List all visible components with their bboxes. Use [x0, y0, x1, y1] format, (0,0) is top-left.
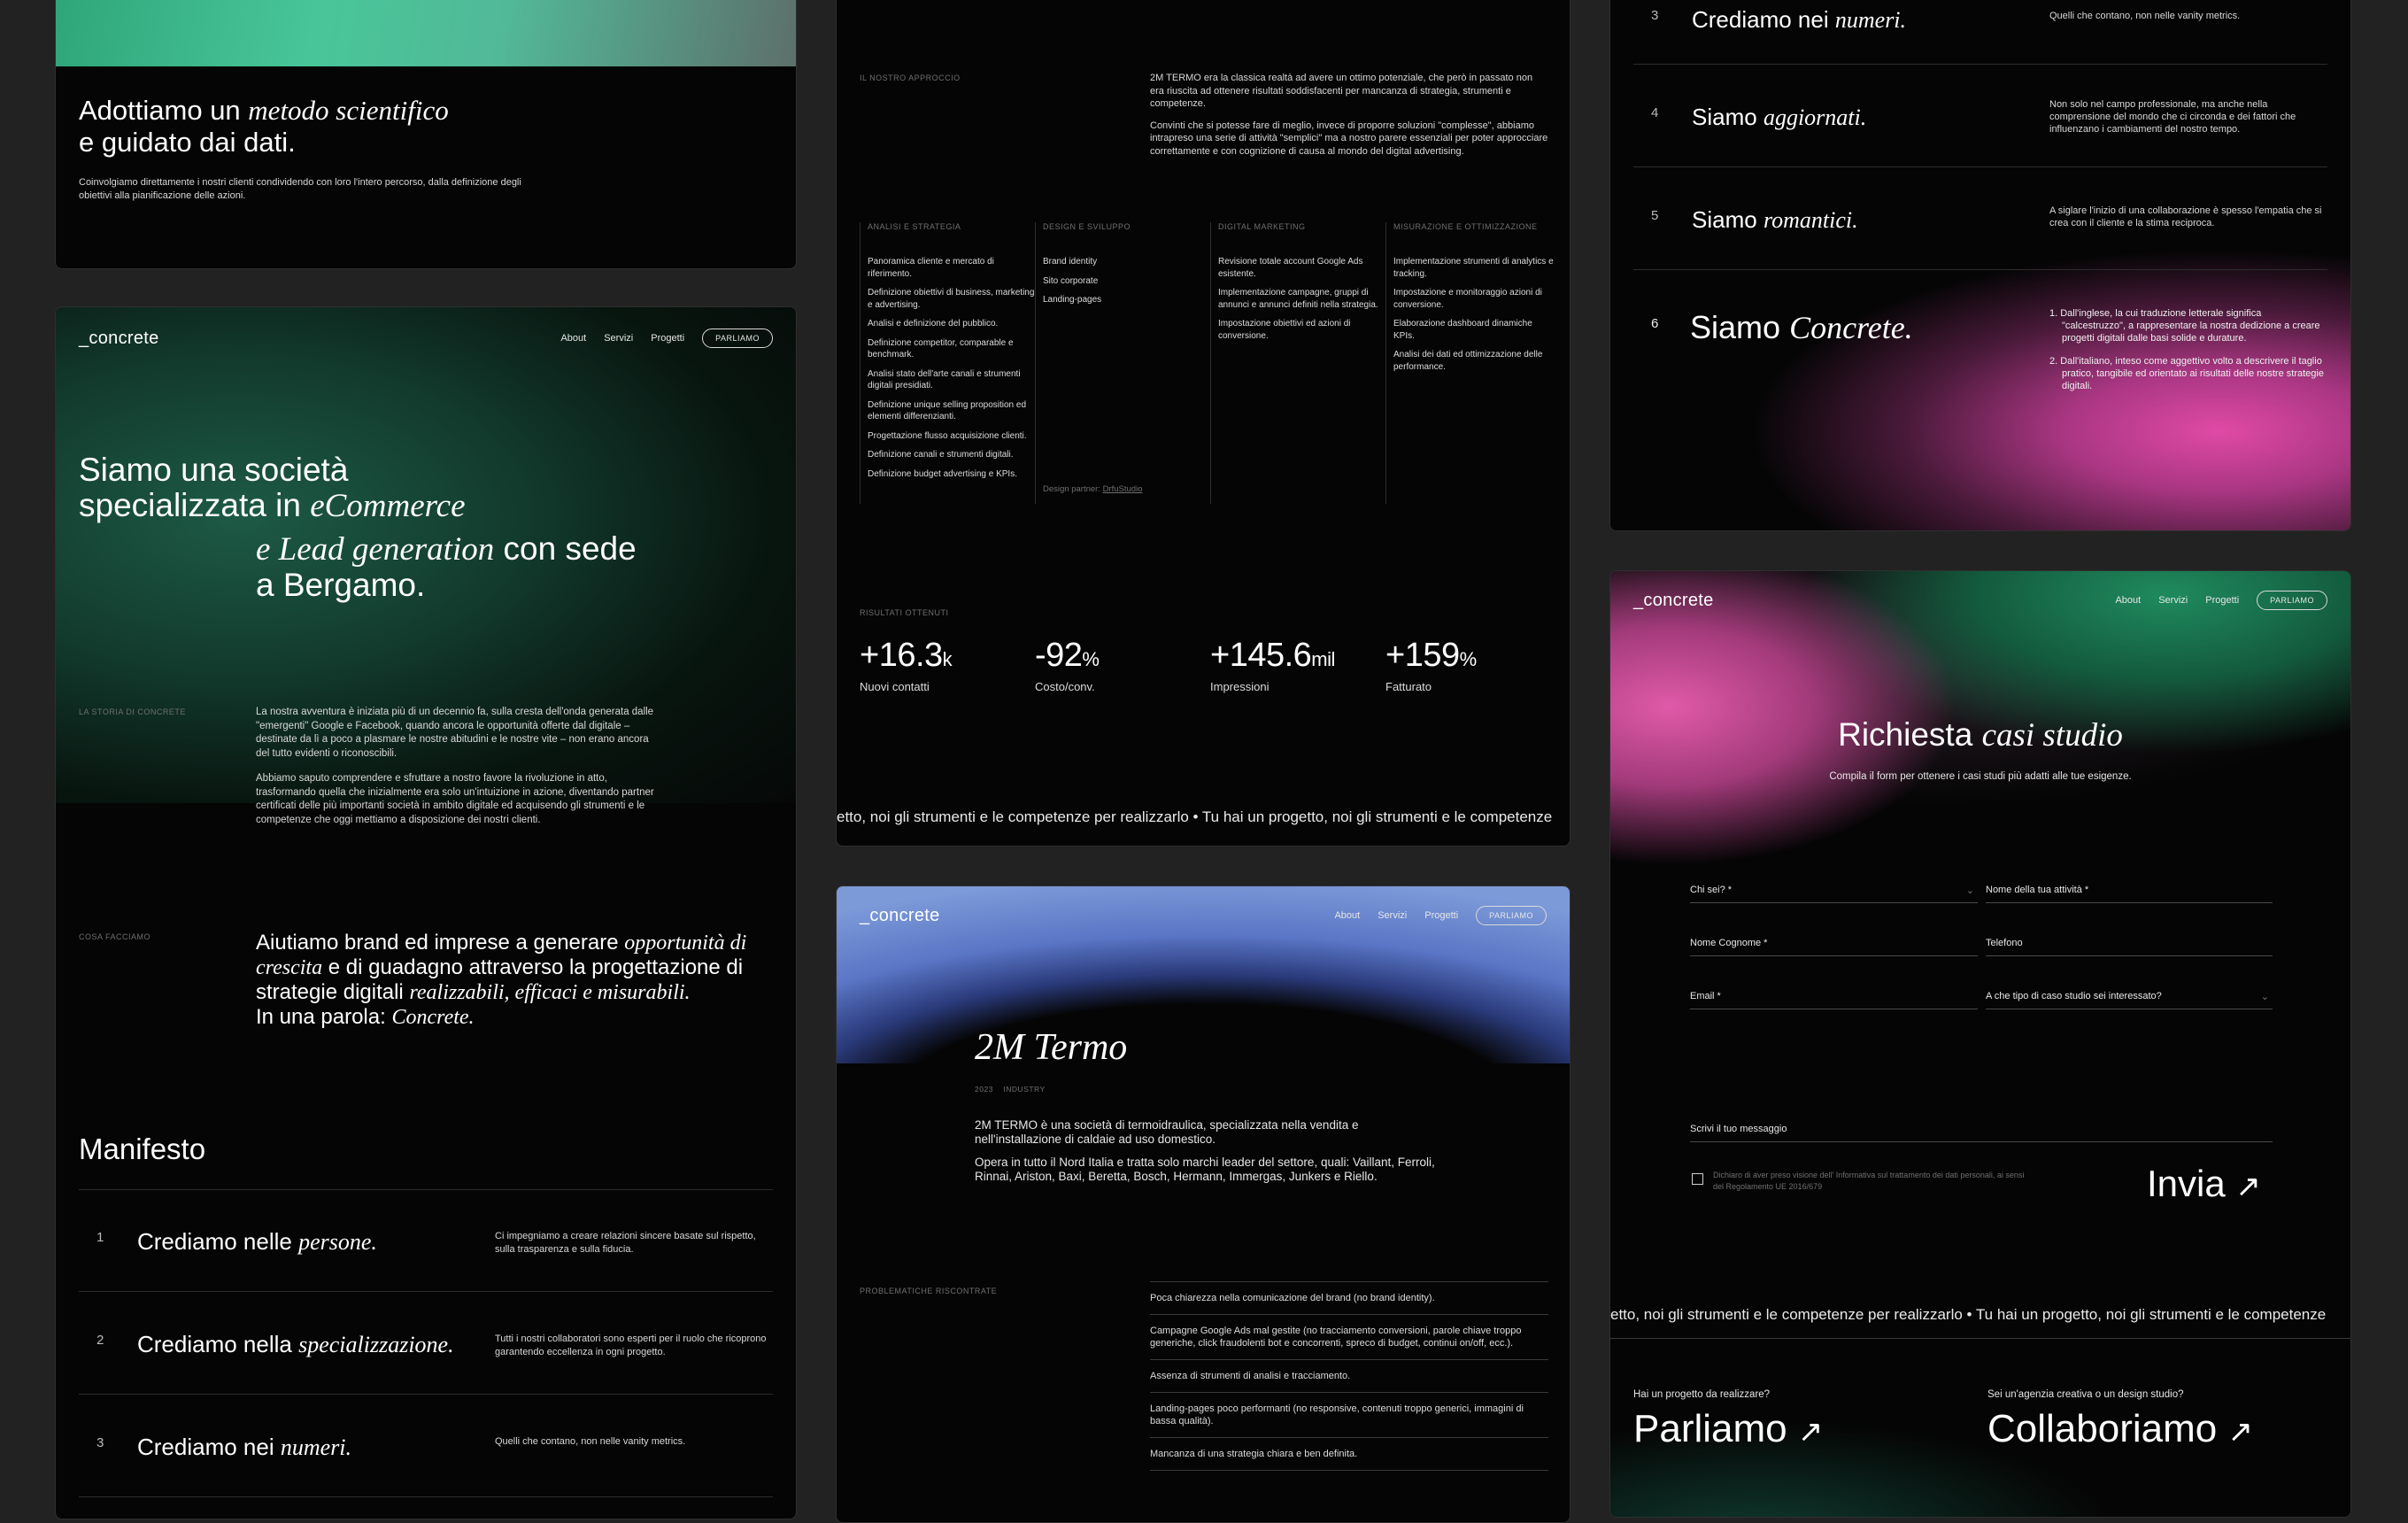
column-design: DESIGN E SVILUPPO Brand identity Sito co… [1035, 222, 1210, 504]
list-item: Campagne Google Ads mal gestite (no trac… [1150, 1315, 1548, 1360]
chevron-down-icon: ⌄ [2260, 992, 2269, 1002]
nav-progetti[interactable]: Progetti [1424, 910, 1458, 921]
stat: -92% Costo/conv. [1035, 637, 1100, 693]
card-request: _concrete About Servizi Progetti PARLIAM… [1609, 570, 2351, 1518]
stat: +159% Fatturato [1385, 637, 1477, 693]
problems-label: PROBLEMATICHE RISCONTRATE [860, 1287, 998, 1295]
collaboriamo-link[interactable]: Collaboriamo ↗ [1987, 1407, 2253, 1451]
message-field[interactable]: Scrivi il tuo messaggio [1690, 1124, 2273, 1142]
story-text: La nostra avventura è iniziata più di un… [256, 707, 654, 825]
method-body: Coinvolgiamo direttamente i nostri clien… [79, 177, 521, 201]
list-item: Landing-pages poco performanti (no respo… [1150, 1393, 1548, 1438]
approach-text: 2M TERMO era la classica realtà ad avere… [1150, 73, 1548, 157]
results-label: RISULTATI OTTENUTI [860, 608, 949, 617]
card-case-approach: IL NOSTRO APPROCCIO 2M TERMO era la clas… [836, 0, 1571, 847]
column-misurazione: MISURAZIONE E OTTIMIZZAZIONE Implementaz… [1385, 222, 1554, 504]
manifesto-item: 2 Crediamo nella specializzazione. Tutti… [79, 1292, 773, 1395]
story-label: LA STORIA DI CONCRETE [79, 707, 186, 716]
company-field[interactable]: Nome della tua attività * [1986, 885, 2273, 903]
nav-progetti[interactable]: Progetti [651, 333, 684, 344]
stat: +145.6mil Impressioni [1210, 637, 1335, 693]
privacy-text: Dichiaro di aver preso visione dell' Inf… [1713, 1171, 2025, 1191]
footer-q2: Sei un'agenzia creativa o un design stud… [1987, 1389, 2184, 1400]
arrow-up-right-icon: ↗ [2235, 1169, 2261, 1204]
logo[interactable]: _concrete [79, 329, 159, 349]
manifesto-item: 5 Siamo romantici. A siglare l'inizio di… [1633, 167, 2327, 270]
who-select[interactable]: Chi sei? * ⌄ [1690, 885, 1978, 903]
manifesto-title: Manifesto [79, 1133, 206, 1165]
nav-servizi[interactable]: Servizi [604, 333, 633, 344]
design-partner[interactable]: Design partner: DrfuStudio [1043, 484, 1142, 494]
stat: +16.3k Nuovi contatti [860, 637, 953, 693]
nav-servizi[interactable]: Servizi [2158, 595, 2188, 606]
marquee-text: etto, noi gli strumenti e le competenze … [1610, 1306, 2327, 1323]
name-field[interactable]: Nome Cognome * [1690, 938, 1978, 956]
termo-meta: 2023 INDUSTRY [975, 1085, 1046, 1094]
termo-title: 2M Termo [975, 1027, 1128, 1068]
top-nav: About Servizi Progetti PARLIAMO [560, 329, 773, 348]
nav-parliamo-button[interactable]: PARLIAMO [1476, 906, 1547, 925]
gradient-banner [56, 0, 796, 66]
phone-field[interactable]: Telefono [1986, 938, 2273, 956]
footer-q1: Hai un progetto da realizzare? [1633, 1389, 1771, 1400]
top-nav: About Servizi Progetti PARLIAMO [1334, 906, 1547, 925]
what-text: Aiutiamo brand ed imprese a generare opp… [256, 931, 747, 1029]
manifesto-item: 1 Crediamo nelle persone. Ci impegniamo … [79, 1189, 773, 1292]
request-subtitle: Compila il form per ottenere i casi stud… [1829, 771, 2132, 782]
manifesto-item: 6 Siamo Concrete. 1. Dall'inglese, la cu… [1651, 308, 2324, 391]
nav-parliamo-button[interactable]: PARLIAMO [2257, 591, 2327, 610]
manifesto-list: 1 Crediamo nelle persone. Ci impegniamo … [79, 1189, 773, 1519]
nav-about[interactable]: About [560, 333, 586, 344]
email-field[interactable]: Email * [1690, 991, 1978, 1009]
termo-text: 2M TERMO è una società di termoidraulica… [975, 1118, 1435, 1183]
card-termo: _concrete About Servizi Progetti PARLIAM… [836, 885, 1571, 1523]
nav-servizi[interactable]: Servizi [1378, 910, 1407, 921]
card-home: _concrete About Servizi Progetti PARLIAM… [55, 306, 797, 1519]
nav-progetti[interactable]: Progetti [2205, 595, 2239, 606]
problems-list: Poca chiarezza nella comunicazione del b… [1150, 1281, 1548, 1471]
arrow-up-right-icon: ↗ [1797, 1414, 1824, 1450]
top-nav: About Servizi Progetti PARLIAMO [2115, 591, 2327, 610]
marquee-text: etto, noi gli strumenti e le competenze … [837, 808, 1553, 825]
chevron-down-icon: ⌄ [1965, 885, 1974, 896]
parliamo-link[interactable]: Parliamo ↗ [1633, 1407, 1823, 1451]
list-item: Assenza di strumenti di analisi e tracci… [1150, 1360, 1548, 1393]
method-title: Adottiamo un metodo scientifico e guidat… [79, 95, 449, 158]
manifesto-item: 4 Siamo aggiornati. Non solo nel campo p… [1633, 65, 2327, 167]
card-manifesto-end: 3 Crediamo nei numeri. Quelli che contan… [1609, 0, 2351, 531]
hero-heading: Siamo una società specializzata in eComm… [79, 452, 637, 603]
logo[interactable]: _concrete [1633, 591, 1714, 611]
manifesto-item: 3 Crediamo nei numeri. Quelli che contan… [1633, 0, 2327, 65]
privacy-checkbox[interactable] [1692, 1173, 1703, 1185]
approach-label: IL NOSTRO APPROCCIO [860, 73, 961, 82]
logo[interactable]: _concrete [860, 906, 940, 926]
nav-about[interactable]: About [1334, 910, 1360, 921]
request-title: Richiesta casi studio [1838, 716, 2123, 754]
list-item: Poca chiarezza nella comunicazione del b… [1150, 1282, 1548, 1315]
what-label: COSA FACCIAMO [79, 932, 151, 941]
list-item: Mancanza di una strategia chiara e ben d… [1150, 1438, 1548, 1471]
column-marketing: DIGITAL MARKETING Revisione totale accou… [1210, 222, 1385, 504]
send-button[interactable]: Invia ↗ [2147, 1163, 2261, 1205]
arrow-up-right-icon: ↗ [2227, 1414, 2253, 1450]
nav-about[interactable]: About [2115, 595, 2141, 606]
nav-parliamo-button[interactable]: PARLIAMO [702, 329, 773, 348]
manifesto-item: 3 Crediamo nei numeri. Quelli che contan… [79, 1395, 773, 1497]
column-analisi: ANALISI E STRATEGIA Panoramica cliente e… [860, 222, 1035, 504]
card-method: Adottiamo un metodo scientifico e guidat… [55, 0, 797, 269]
type-select[interactable]: A che tipo di caso studio sei interessat… [1986, 991, 2273, 1009]
